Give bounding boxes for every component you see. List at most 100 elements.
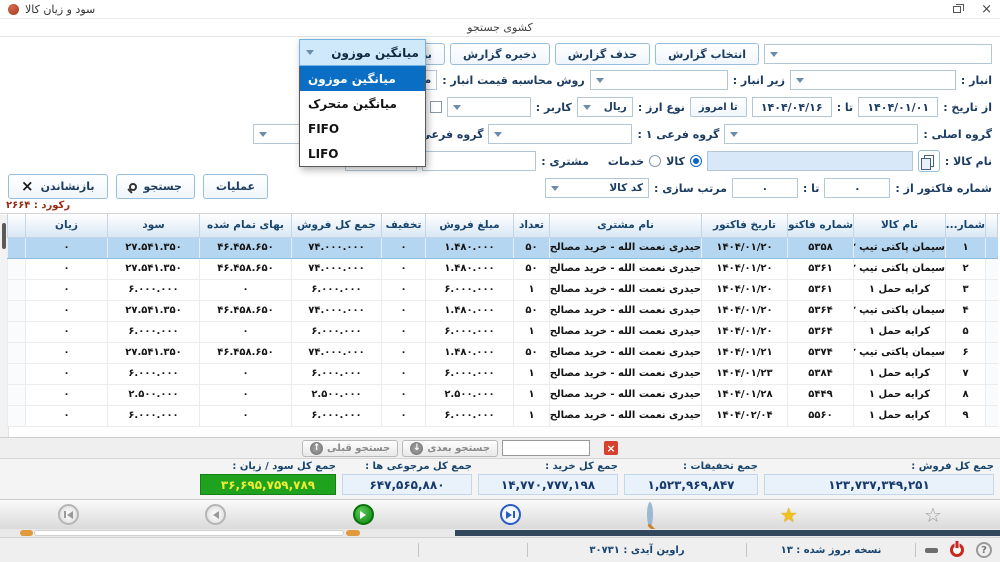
invoice-from-input[interactable]: ۰ (824, 178, 890, 198)
minimize-dash-icon[interactable] (925, 548, 938, 553)
dropdown-option-lifo[interactable]: LIFO (300, 141, 425, 166)
column-header[interactable]: بهای تمام شده (200, 214, 292, 237)
previous-record-button[interactable] (205, 504, 226, 525)
first-record-button[interactable] (58, 504, 79, 525)
column-header[interactable]: شماره فاکتور (788, 214, 854, 237)
warehouse-label: انبار : (961, 74, 992, 87)
table-cell: ۱۴۰۴/۰۱/۲۰ (702, 321, 788, 342)
table-row[interactable]: ۱سیمان پاکتی تیپ ۲۵۳۵۸۱۴۰۴/۰۱/۲۰حیدری نع… (8, 237, 998, 258)
close-find-bar-button[interactable]: × (604, 441, 618, 455)
chevron-down-icon (583, 105, 591, 110)
profit-loss-window: سود و زیان کالا × کشوی جستجو انتخاب گزار… (0, 0, 1000, 562)
sub-warehouse-combo[interactable] (590, 70, 728, 90)
customer-input[interactable] (422, 151, 536, 171)
item-name-input[interactable] (707, 151, 913, 171)
main-group-combo[interactable] (724, 124, 918, 144)
table-cell: کرایه حمل ۱ (854, 279, 946, 300)
table-cell: ۱۴۰۴/۰۱/۲۸ (702, 384, 788, 405)
column-header[interactable]: نام کالا (854, 214, 946, 237)
sort-combo[interactable]: کد کالا (545, 178, 649, 198)
table-row[interactable]: ۵کرایه حمل ۱۵۳۶۴۱۴۰۴/۰۱/۲۰حیدری نعمت الل… (8, 321, 998, 342)
table-cell: ۲۷.۵۴۱.۳۵۰ (108, 342, 200, 363)
divider (418, 543, 419, 557)
star-outline-icon[interactable]: ☆ (924, 505, 942, 525)
table-row[interactable]: ۴سیمان پاکتی تیپ ۲۵۳۶۴۱۴۰۴/۰۱/۲۰حیدری نع… (8, 300, 998, 321)
find-next-button[interactable]: ↓جستجو بعدی (402, 440, 498, 457)
search-records-button[interactable] (647, 505, 653, 524)
save-report-button[interactable]: ذخیره گزارش (450, 43, 550, 65)
table-cell: ۰ (26, 384, 108, 405)
chevron-down-icon (796, 78, 804, 83)
warehouse-combo[interactable] (790, 70, 956, 90)
dropdown-option-weighted-average[interactable]: میانگین موزون (300, 66, 425, 91)
table-row[interactable]: ۳کرایه حمل ۱۵۳۶۱۱۴۰۴/۰۱/۲۰حیدری نعمت الل… (8, 279, 998, 300)
services-radio[interactable] (649, 155, 661, 167)
search-button[interactable]: جستجو (116, 174, 195, 199)
table-row[interactable]: ۹کرایه حمل ۱۵۵۶۰۱۴۰۴/۰۲/۰۴حیدری نعمت الل… (8, 405, 998, 426)
total-purchases-label: جمع کل خرید : (478, 461, 618, 472)
grid-find-bar: ↑جستجو قبلی ↓جستجو بعدی × (0, 437, 1000, 459)
help-icon[interactable]: ? (976, 542, 992, 558)
goods-radio[interactable] (690, 155, 702, 167)
power-icon[interactable] (950, 543, 964, 557)
dropdown-option-fifo[interactable]: FIFO (300, 116, 425, 141)
invoice-discount-checkbox[interactable] (430, 101, 442, 113)
column-header[interactable]: نام مشتری (550, 214, 702, 237)
scrollbar-thumb[interactable] (2, 223, 6, 249)
table-cell: ۵۵۶۰ (788, 405, 854, 426)
column-header[interactable]: تخفیف (382, 214, 426, 237)
delete-report-button[interactable]: حذف گزارش (555, 43, 650, 65)
table-cell: ۸ (946, 384, 986, 405)
results-grid: شمار... نام کالا شماره فاکتور تاریخ فاکت… (0, 213, 1000, 437)
table-row[interactable]: ۷کرایه حمل ۱۵۳۸۴۱۴۰۴/۰۱/۲۳حیدری نعمت الل… (8, 363, 998, 384)
close-window-button[interactable]: × (981, 3, 992, 16)
table-row[interactable]: ۶سیمان پاکتی تیپ ۲۵۳۷۴۱۴۰۴/۰۱/۲۱حیدری نع… (8, 342, 998, 363)
services-radio-label: خدمات (608, 155, 644, 168)
table-row[interactable]: ۲سیمان پاکتی تیپ ۲۵۳۶۱۱۴۰۴/۰۱/۲۰حیدری نع… (8, 258, 998, 279)
column-header[interactable]: شمار... (946, 214, 986, 237)
column-header[interactable]: جمع کل فروش (292, 214, 382, 237)
find-previous-button[interactable]: ↑جستجو قبلی (302, 440, 398, 457)
until-today-button[interactable]: تا امروز (690, 97, 747, 117)
column-header[interactable]: تاریخ فاکتور (702, 214, 788, 237)
price-method-open-combo[interactable]: میانگین موزون (299, 39, 426, 66)
restore-window-button[interactable] (953, 6, 961, 13)
pick-item-button[interactable] (918, 150, 940, 172)
dropdown-option-moving-average[interactable]: میانگین متحرک (300, 91, 425, 116)
table-cell: ۱۴۰۴/۰۱/۲۱ (702, 342, 788, 363)
find-input[interactable] (502, 440, 590, 456)
column-header[interactable]: مبلغ فروش (426, 214, 514, 237)
user-combo[interactable] (447, 97, 531, 117)
last-record-button[interactable] (500, 504, 521, 525)
table-cell: ۵۴۴۹ (788, 384, 854, 405)
column-header[interactable]: سود (108, 214, 200, 237)
record-toolbar: ★ ☆ (0, 499, 1000, 529)
gutter-header (8, 214, 26, 237)
table-cell: ۶.۰۰۰.۰۰۰ (426, 321, 514, 342)
currency-combo[interactable]: ریال (577, 97, 633, 117)
status-bar: ? نسخه بروز شده : ۱۳ راوین آیدی : ۳۰۷۳۱ (0, 537, 1000, 562)
strip-white-bar (34, 530, 344, 536)
table-cell: ۴۶.۴۵۸.۶۵۰ (200, 258, 292, 279)
favorite-star-icon[interactable]: ★ (780, 505, 798, 525)
table-cell: ۹ (946, 405, 986, 426)
table-cell: ۵۳۶۴ (788, 300, 854, 321)
invoice-to-input[interactable]: ۰ (732, 178, 798, 198)
column-header[interactable]: تعداد (514, 214, 550, 237)
to-date-field[interactable]: ۱۴۰۴/۰۴/۱۶ (752, 97, 832, 117)
select-report-button[interactable]: انتخاب گزارش (655, 43, 759, 65)
operations-button[interactable]: عملیات (203, 174, 268, 199)
table-row[interactable]: ۸کرایه حمل ۱۵۴۴۹۱۴۰۴/۰۱/۲۸حیدری نعمت الل… (8, 384, 998, 405)
table-cell: ۱ (514, 384, 550, 405)
table-cell: ۰ (382, 300, 426, 321)
sub-group1-combo[interactable] (488, 124, 632, 144)
search-drawer-header[interactable]: کشوی جستجو (0, 19, 1000, 37)
column-header[interactable]: زیان (26, 214, 108, 237)
table-cell: کرایه حمل ۱ (854, 321, 946, 342)
report-select-combo[interactable] (764, 44, 992, 64)
table-cell: ۱۴۰۴/۰۱/۲۰ (702, 300, 788, 321)
next-record-button[interactable] (353, 504, 374, 525)
reset-button[interactable]: ×بازنشاندن (8, 174, 108, 199)
from-date-field[interactable]: ۱۴۰۴/۰۱/۰۱ (858, 97, 938, 117)
table-cell: ۰ (26, 363, 108, 384)
